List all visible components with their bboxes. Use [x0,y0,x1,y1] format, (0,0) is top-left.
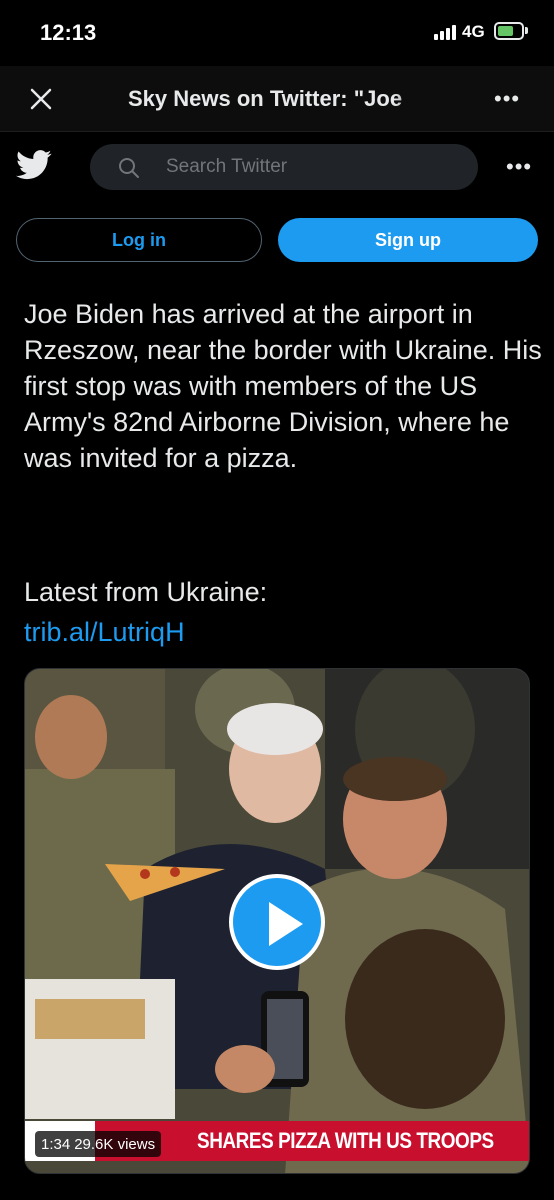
video-views: 29.6K views [74,1135,156,1153]
tweet-body: Joe Biden has arrived at the airport in … [24,299,542,473]
status-time: 12:13 [40,20,97,45]
signal-icon [434,24,456,40]
browser-header: Sky News on Twitter: "Joe ••• [0,66,554,132]
close-icon[interactable] [24,82,58,116]
twitter-bird-icon[interactable] [16,150,52,180]
video-duration: 1:34 [41,1135,71,1153]
login-button[interactable]: Log in [16,218,262,262]
video-card[interactable]: SHARES PIZZA WITH US TROOPS 1:34 29.6K v… [24,668,530,1174]
play-icon[interactable] [229,874,325,970]
battery-tip [525,27,528,34]
search-input[interactable]: Search Twitter [90,144,478,190]
twitter-header: Search Twitter ••• Log in Sign up [0,132,554,282]
battery-icon [494,22,524,40]
tweet-text: Joe Biden has arrived at the airport in … [24,296,544,476]
search-icon [118,157,140,179]
latest-label: Latest from Ukraine: [24,577,268,607]
signup-button[interactable]: Sign up [278,218,538,262]
video-meta: 1:34 29.6K views [35,1131,162,1157]
search-placeholder: Search Twitter [166,156,288,177]
page-title: Sky News on Twitter: "Joe [128,86,403,111]
more-horizontal-icon[interactable]: ••• [494,86,520,112]
banner-headline: SHARES PIZZA WITH US TROOPS [197,1128,494,1153]
more-horizontal-icon[interactable]: ••• [506,154,532,180]
network-label: 4G [462,22,485,41]
status-bar: 12:13 4G [0,0,554,66]
tweet-link[interactable]: trib.al/LutriqH [24,614,185,650]
